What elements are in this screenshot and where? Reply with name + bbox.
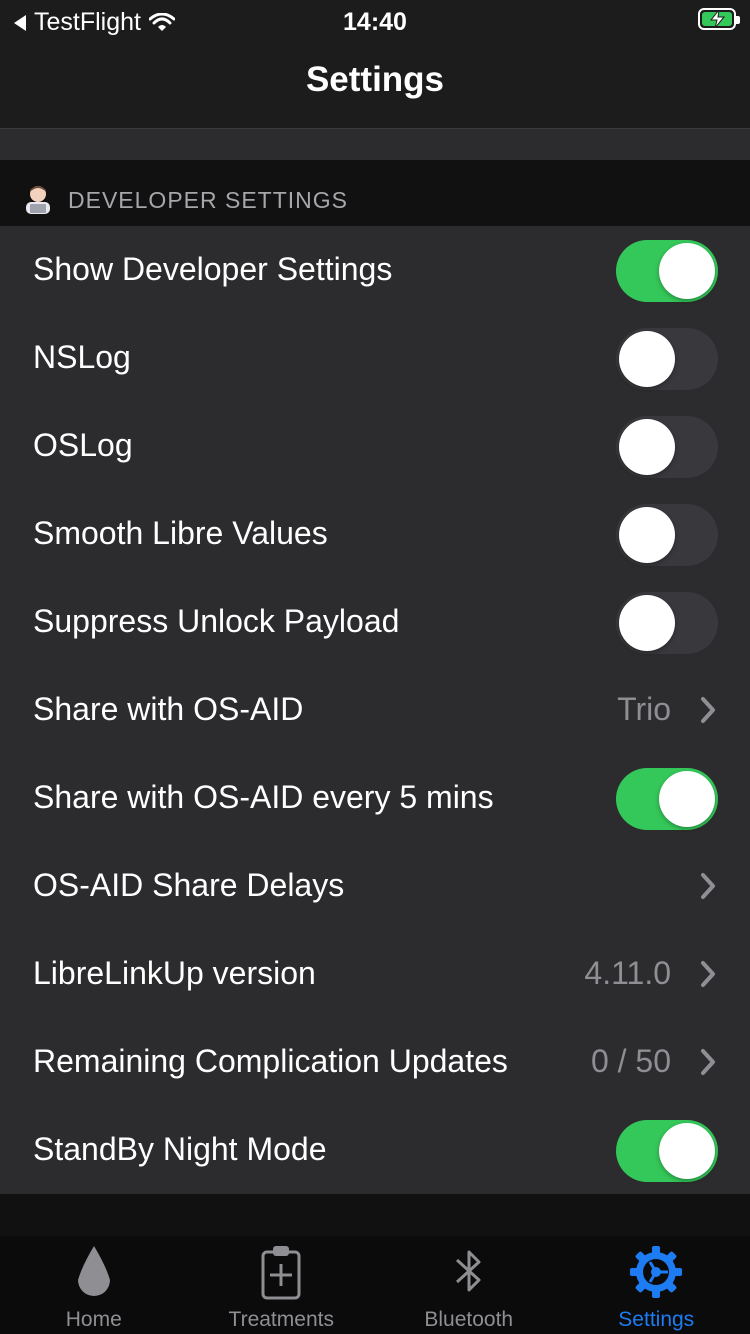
tab-settings[interactable]: Settings bbox=[563, 1236, 750, 1334]
settings-row-show-developer-settings: Show Developer Settings bbox=[0, 226, 750, 314]
drop-icon bbox=[77, 1246, 110, 1296]
settings-row-remaining-complication-updates[interactable]: Remaining Complication Updates 0 / 50 bbox=[0, 1018, 750, 1106]
row-label: Show Developer Settings bbox=[33, 251, 393, 287]
row-label: Remaining Complication Updates bbox=[33, 1043, 508, 1079]
row-label: NSLog bbox=[33, 339, 131, 375]
tab-home[interactable]: Home bbox=[0, 1236, 188, 1334]
battery-icon bbox=[698, 8, 740, 30]
partially-hidden-row bbox=[0, 129, 750, 160]
row-label: StandBy Night Mode bbox=[33, 1131, 327, 1167]
tab-label: Bluetooth bbox=[424, 1308, 514, 1331]
row-label: Suppress Unlock Payload bbox=[33, 603, 400, 639]
developer-emoji-icon bbox=[26, 186, 50, 214]
toggle-knob bbox=[659, 243, 715, 299]
bluetooth-icon bbox=[455, 1250, 481, 1292]
settings-list: Show Developer Settings NSLog OSLog Smooth … bbox=[0, 226, 750, 1194]
toggle-knob bbox=[619, 595, 675, 651]
tab-bar: Home Treatments Bluetooth Settings bbox=[0, 1236, 750, 1334]
toggle-knob bbox=[619, 507, 675, 563]
status-time: 14:40 bbox=[343, 8, 407, 36]
section-title: DEVELOPER SETTINGS bbox=[68, 187, 349, 213]
settings-screen: TestFlight 14:40 Settings DEVELOPER SETT… bbox=[0, 0, 750, 1334]
toggle-switch[interactable] bbox=[616, 1120, 718, 1182]
tab-label: Settings bbox=[618, 1308, 695, 1331]
chevron-right-icon bbox=[701, 1049, 715, 1075]
tab-bluetooth[interactable]: Bluetooth bbox=[375, 1236, 563, 1334]
toggle-switch[interactable] bbox=[616, 592, 718, 654]
settings-row-oslog: OSLog bbox=[0, 402, 750, 490]
settings-row-librelinkup-version[interactable]: LibreLinkUp version 4.11.0 bbox=[0, 930, 750, 1018]
toggle-switch[interactable] bbox=[616, 240, 718, 302]
toggle-switch[interactable] bbox=[616, 328, 718, 390]
toggle-switch[interactable] bbox=[616, 416, 718, 478]
row-label: Share with OS-AID bbox=[33, 691, 304, 727]
toggle-knob bbox=[659, 771, 715, 827]
gear-icon bbox=[630, 1246, 683, 1298]
row-label: OS-AID Share Delays bbox=[33, 867, 345, 903]
tab-treatments[interactable]: Treatments bbox=[188, 1236, 376, 1334]
settings-row-smooth-libre-values: Smooth Libre Values bbox=[0, 490, 750, 578]
row-value: 0 / 50 bbox=[590, 1043, 671, 1079]
navigation-bar: Settings bbox=[0, 40, 750, 129]
charging-bolt-icon bbox=[709, 10, 726, 28]
tab-label: Treatments bbox=[228, 1308, 334, 1331]
settings-row-os-aid-share-delays[interactable]: OS-AID Share Delays bbox=[0, 842, 750, 930]
row-value: 4.11.0 bbox=[584, 955, 671, 991]
page-title: Settings bbox=[305, 60, 445, 99]
row-label: OSLog bbox=[33, 427, 133, 463]
row-label: Smooth Libre Values bbox=[33, 515, 328, 551]
row-label: LibreLinkUp version bbox=[33, 955, 316, 991]
section-header: DEVELOPER SETTINGS bbox=[0, 160, 750, 226]
chevron-right-icon bbox=[701, 873, 715, 899]
chevron-right-icon bbox=[701, 961, 715, 987]
settings-row-share-with-os-aid[interactable]: Share with OS-AID Trio bbox=[0, 666, 750, 754]
toggle-switch[interactable] bbox=[616, 768, 718, 830]
toggle-knob bbox=[619, 419, 675, 475]
toggle-knob bbox=[619, 331, 675, 387]
row-label: Share with OS-AID every 5 mins bbox=[33, 779, 494, 815]
clipboard-plus-icon bbox=[261, 1246, 301, 1300]
toggle-knob bbox=[659, 1123, 715, 1179]
row-value: Trio bbox=[617, 691, 671, 727]
list-footer-space bbox=[0, 1194, 750, 1236]
settings-row-nslog: NSLog bbox=[0, 314, 750, 402]
settings-row-share-with-os-aid-every-5-mins: Share with OS-AID every 5 mins bbox=[0, 754, 750, 842]
tab-label: Home bbox=[65, 1308, 122, 1331]
toggle-switch[interactable] bbox=[616, 504, 718, 566]
settings-row-suppress-unlock-payload: Suppress Unlock Payload bbox=[0, 578, 750, 666]
chevron-right-icon bbox=[701, 697, 715, 723]
status-bar: TestFlight 14:40 bbox=[0, 0, 750, 40]
settings-row-standby-night-mode: StandBy Night Mode bbox=[0, 1106, 750, 1194]
